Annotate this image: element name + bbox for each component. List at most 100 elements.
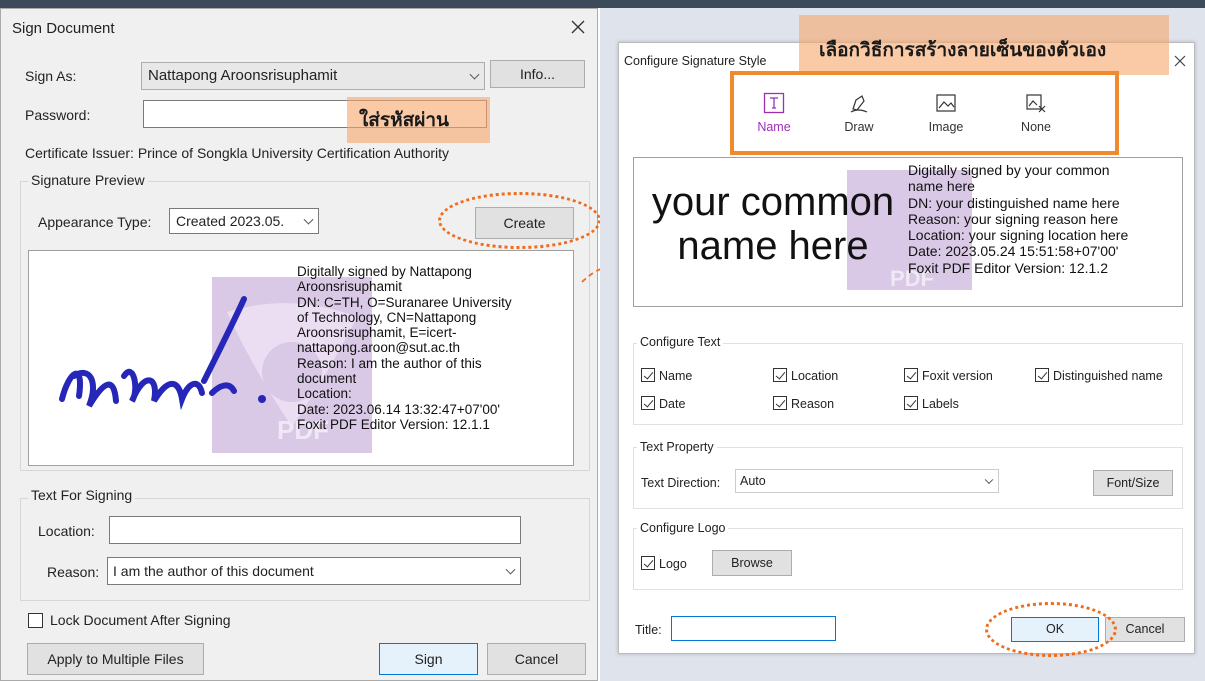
appearance-type-value: Created 2023.05. (176, 213, 285, 229)
appearance-type-select[interactable]: Created 2023.05. (169, 208, 319, 234)
reason-label: Reason: (47, 564, 100, 580)
close-icon[interactable] (1174, 55, 1186, 67)
certificate-issuer: Certificate Issuer: Prince of Songkla Un… (25, 145, 450, 161)
cancel-button[interactable]: Cancel (1105, 617, 1185, 642)
preview-line: Location: your signing location here (908, 227, 1129, 244)
signature-preview-box: PDF Digitally signed by Nattapong Aroons… (28, 250, 574, 466)
name-checkbox[interactable] (641, 368, 655, 382)
font-size-button[interactable]: Font/Size (1093, 470, 1173, 496)
preview-line: Foxit PDF Editor Version: 12.1.2 (908, 259, 1108, 276)
configure-text-title: Configure Text (637, 335, 724, 349)
configure-logo-title: Configure Logo (637, 521, 729, 535)
date-checkbox-label: Date (659, 397, 686, 411)
reason-select[interactable]: I am the author of this document (107, 557, 521, 585)
reason-checkbox-label: Reason (791, 397, 835, 411)
preview-line: Foxit PDF Editor Version: 12.1.1 (297, 416, 490, 432)
ok-highlight-oval (985, 602, 1117, 657)
style-preview-text: Digitally signed by your common name her… (908, 162, 1128, 276)
lock-document-label: Lock Document After Signing (50, 612, 231, 628)
create-highlight-oval (438, 192, 601, 249)
dialog-title: Sign Document (12, 20, 115, 37)
name-checkbox-label: Name (659, 369, 693, 383)
preview-line: document (297, 371, 357, 387)
logo-checkbox[interactable] (641, 556, 655, 570)
configure-text-group (633, 343, 1183, 425)
reason-value: I am the author of this document (113, 563, 314, 579)
foxit-version-checkbox-label: Foxit version (922, 369, 993, 383)
preview-line: of Technology, CN=Nattapong (297, 309, 477, 325)
text-direction-select[interactable]: Auto (735, 469, 999, 493)
lock-document-checkbox[interactable] (28, 613, 43, 628)
appearance-type-label: Appearance Type: (38, 214, 152, 230)
title-field[interactable] (671, 616, 836, 641)
image-icon (936, 94, 956, 112)
preview-line: DN: C=TH, O=Suranaree University (297, 294, 512, 310)
preview-line: Digitally signed by Nattapong (297, 264, 472, 279)
chevron-down-icon (469, 69, 480, 80)
labels-checkbox[interactable] (904, 396, 918, 410)
password-hint: ใส่รหัสผ่าน (359, 110, 449, 131)
preview-name: your common name here (634, 180, 912, 268)
sign-document-dialog: Sign Document Sign As: Nattapong Aroonsr… (0, 8, 601, 681)
text-for-signing-group (20, 498, 590, 601)
logo-checkbox-label: Logo (659, 557, 687, 571)
preview-name-line: name here (677, 224, 869, 268)
date-checkbox[interactable] (641, 396, 655, 410)
preview-line: Date: 2023.06.14 13:32:47+07'00' (297, 401, 500, 417)
labels-checkbox-label: Labels (922, 397, 959, 411)
text-for-signing-title: Text For Signing (28, 487, 136, 503)
style-dialog-title: Configure Signature Style (624, 54, 767, 68)
foxit-version-checkbox[interactable] (904, 368, 918, 382)
info-button[interactable]: Info... (490, 60, 585, 88)
text-direction-value: Auto (740, 474, 766, 488)
configure-signature-style-dialog: Configure Signature Style เลือกวิธีการสร… (618, 15, 1195, 657)
preview-line: name here (908, 178, 975, 195)
sign-button[interactable]: Sign (379, 643, 478, 675)
pen-draw-icon (850, 95, 868, 113)
sign-as-label: Sign As: (25, 68, 77, 84)
location-checkbox[interactable] (773, 368, 787, 382)
preview-name-line: your common (651, 180, 895, 224)
tab-image-label: Image (928, 120, 964, 134)
preview-line: Date: 2023.05.24 15:51:58+07'00' (908, 243, 1119, 260)
text-icon (763, 92, 785, 114)
cancel-button[interactable]: Cancel (487, 643, 586, 675)
distinguished-name-checkbox[interactable] (1035, 368, 1049, 382)
preview-line: Digitally signed by your common (908, 162, 1110, 178)
distinguished-name-checkbox-label: Distinguished name (1053, 369, 1163, 383)
handwritten-signature (59, 296, 266, 411)
sign-as-select[interactable]: Nattapong Aroonsrisuphamit (141, 62, 485, 90)
tab-draw-label: Draw (844, 120, 874, 134)
password-label: Password: (25, 107, 91, 123)
banner-text: เลือกวิธีการสร้างลายเซ็นของตัวเอง (819, 40, 1107, 61)
apply-multiple-files-button[interactable]: Apply to Multiple Files (27, 643, 204, 675)
title-label: Title: (635, 623, 662, 637)
preview-line: Reason: I am the author of this (297, 355, 482, 371)
close-icon[interactable] (571, 20, 585, 34)
preview-line: Location: (297, 386, 352, 402)
preview-line: Reason: your signing reason here (908, 210, 1119, 227)
tab-name[interactable]: Name (749, 92, 799, 134)
no-image-icon (1026, 94, 1046, 113)
text-property-title: Text Property (637, 440, 717, 454)
window-top-strip (0, 0, 1205, 8)
chevron-down-icon (303, 214, 314, 225)
preview-line: Aroonsrisuphamit (297, 279, 403, 295)
preview-line: Aroonsrisuphamit, E=icert- (297, 325, 457, 341)
location-label: Location: (38, 523, 95, 539)
reason-checkbox[interactable] (773, 396, 787, 410)
preview-text-block: Digitally signed by Nattapong Aroonsrisu… (297, 264, 512, 432)
browse-button[interactable]: Browse (712, 550, 792, 576)
preview-line: nattapong.aroon@sut.ac.th (297, 340, 461, 356)
tab-none-label: None (1021, 120, 1051, 134)
location-checkbox-label: Location (791, 369, 839, 383)
location-field[interactable] (109, 516, 521, 544)
text-direction-label: Text Direction: (641, 476, 721, 490)
tab-none[interactable]: None (1011, 92, 1061, 134)
chevron-down-icon (505, 564, 516, 575)
tab-image[interactable]: Image (921, 92, 971, 134)
sign-as-value: Nattapong Aroonsrisuphamit (148, 67, 338, 84)
tab-name-label: Name (757, 120, 791, 134)
style-preview-box: PDF your common name here Digitally sign… (633, 157, 1183, 307)
tab-draw[interactable]: Draw (834, 92, 884, 134)
